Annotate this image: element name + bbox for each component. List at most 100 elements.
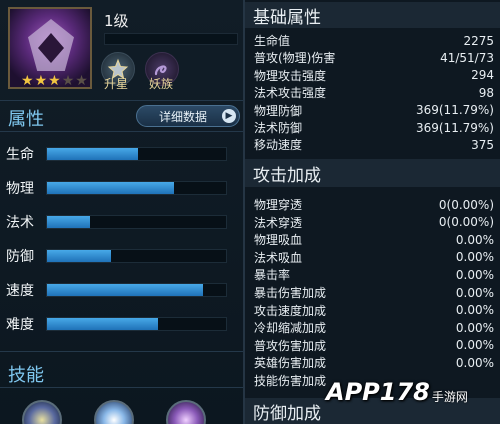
stat-row: 移动速度 375 <box>254 136 494 153</box>
hero-level: 1级 <box>104 12 129 30</box>
attribute-bar-track <box>46 147 227 161</box>
star-icon: ★ <box>21 73 34 89</box>
stat-row: 攻击速度加成 0.00% <box>254 302 494 319</box>
attribute-bar-track <box>46 181 227 195</box>
stat-label: 暴击伤害加成 <box>254 286 327 300</box>
attribute-row: 防御 <box>6 246 238 266</box>
attribute-bar-track <box>46 317 227 331</box>
divider <box>0 100 243 101</box>
stat-label: 物理穿透 <box>254 198 303 212</box>
stat-row: 法术吸血 0.00% <box>254 249 494 266</box>
stat-row: 暴击伤害加成 0.00% <box>254 284 494 301</box>
attribute-bar-fill <box>47 318 158 330</box>
stat-row: 物理穿透 0(0.00%) <box>254 196 494 213</box>
star-empty-icon: ★ <box>61 73 75 89</box>
stat-value: 375 <box>471 137 494 152</box>
attribute-bar-track <box>46 249 227 263</box>
attribute-label: 难度 <box>6 317 34 333</box>
stat-row: 法术攻击强度 98 <box>254 84 494 101</box>
attribute-bar-track <box>46 215 227 229</box>
stat-row: 物理防御 369(11.79%) <box>254 102 494 119</box>
attributes-title: 属性 <box>8 109 44 130</box>
stat-row: 法术穿透 0(0.00%) <box>254 214 494 231</box>
watermark-suffix: 手游网 <box>431 389 468 404</box>
stat-label: 法术穿透 <box>254 215 303 230</box>
stat-value: 0(0.00%) <box>438 197 494 212</box>
attribute-bar-fill <box>47 284 203 296</box>
star-empty-icon: ★ <box>75 73 88 89</box>
experience-bar <box>104 33 238 45</box>
stat-label: 物理吸血 <box>254 233 303 248</box>
base-attributes-title: 基础属性 <box>253 7 321 28</box>
attribute-row: 速度 <box>6 280 238 300</box>
skill-3-icon[interactable] <box>166 400 206 424</box>
stat-row: 法术防御 369(11.79%) <box>254 119 494 136</box>
hero-info-panel: ★ ★ ★ ★ ★ 1级 升星 妖族 属性 详细数据 ▶ 生命物理法术防御速度难… <box>0 0 243 424</box>
attribute-row: 生命 <box>6 144 238 164</box>
stat-row: 生命值 2275 <box>254 32 494 49</box>
detail-data-label: 详细数据 <box>159 109 208 124</box>
attribute-row: 物理 <box>6 178 238 198</box>
attribute-label: 速度 <box>6 283 34 299</box>
skills-title: 技能 <box>8 365 44 386</box>
watermark-brand: APP178 <box>326 378 430 406</box>
stat-value: 0.00% <box>455 338 494 353</box>
attribute-bar-fill <box>47 182 175 194</box>
stat-label: 移动速度 <box>254 138 303 153</box>
stat-label: 攻击速度加成 <box>254 303 327 318</box>
detail-data-button[interactable]: 详细数据 ▶ <box>136 105 240 127</box>
attribute-bar-fill <box>47 148 139 160</box>
stat-row: 物理攻击强度 294 <box>254 67 494 84</box>
stat-label: 生命值 <box>254 34 291 48</box>
hero-portrait[interactable]: ★ ★ ★ ★ ★ <box>8 7 92 89</box>
stat-value: 0.00% <box>455 285 494 300</box>
attribute-bar-fill <box>47 216 90 228</box>
stat-label: 物理攻击强度 <box>254 68 327 83</box>
attribute-bar-fill <box>47 250 112 262</box>
stat-value: 0.00% <box>455 303 494 318</box>
stat-label: 法术攻击强度 <box>254 86 327 101</box>
stat-label: 物理防御 <box>254 103 303 118</box>
stat-value: 369(11.79%) <box>415 103 494 118</box>
defense-bonus-title: 防御加成 <box>253 403 321 424</box>
stat-value: 294 <box>471 68 494 83</box>
stat-label: 暴击率 <box>254 268 291 283</box>
attribute-label: 物理 <box>6 181 34 197</box>
stat-row: 暴击率 0.00% <box>254 266 494 283</box>
stat-value: 41/51/73 <box>440 50 494 65</box>
skill-1-icon[interactable] <box>22 400 62 424</box>
stat-label: 技能伤害加成 <box>254 374 327 388</box>
stat-value: 0.00% <box>455 267 494 282</box>
stat-row: 普攻伤害加成 0.00% <box>254 337 494 354</box>
attack-bonus-title: 攻击加成 <box>253 165 321 186</box>
stat-value: 98 <box>478 85 494 100</box>
attribute-row: 法术 <box>6 212 238 232</box>
attribute-label: 法术 <box>6 215 34 231</box>
divider <box>0 387 243 388</box>
base-attributes-header: 基础属性 <box>245 2 500 28</box>
attack-bonus-header: 攻击加成 <box>245 159 500 187</box>
divider <box>0 131 243 132</box>
stat-value: 0.00% <box>455 320 494 335</box>
divider <box>0 351 243 352</box>
stat-value: 369(11.79%) <box>415 120 494 135</box>
stat-value: 0(0.00%) <box>438 215 494 230</box>
stat-label: 法术防御 <box>254 121 303 135</box>
race-label: 妖族 <box>149 77 174 91</box>
stat-label: 英雄伤害加成 <box>254 356 327 371</box>
stat-value: 2275 <box>463 33 494 48</box>
skill-2-icon[interactable] <box>94 400 134 424</box>
stat-row: 冷却缩减加成 0.00% <box>254 319 494 336</box>
stat-label: 普攻(物理)伤害 <box>254 51 336 66</box>
attribute-row: 难度 <box>6 314 238 334</box>
site-watermark: APP178 手游网 <box>326 360 500 424</box>
attribute-label: 生命 <box>6 147 34 163</box>
star-icon: ★ <box>34 73 48 89</box>
stat-label: 普攻伤害加成 <box>254 338 327 353</box>
stat-label: 冷却缩减加成 <box>254 321 327 336</box>
chevron-right-icon: ▶ <box>222 109 236 123</box>
star-rating: ★ ★ ★ ★ ★ <box>21 73 88 89</box>
stat-row: 物理吸血 0.00% <box>254 231 494 248</box>
upgrade-star-label: 升星 <box>104 77 129 91</box>
stat-row: 普攻(物理)伤害 41/51/73 <box>254 49 494 66</box>
